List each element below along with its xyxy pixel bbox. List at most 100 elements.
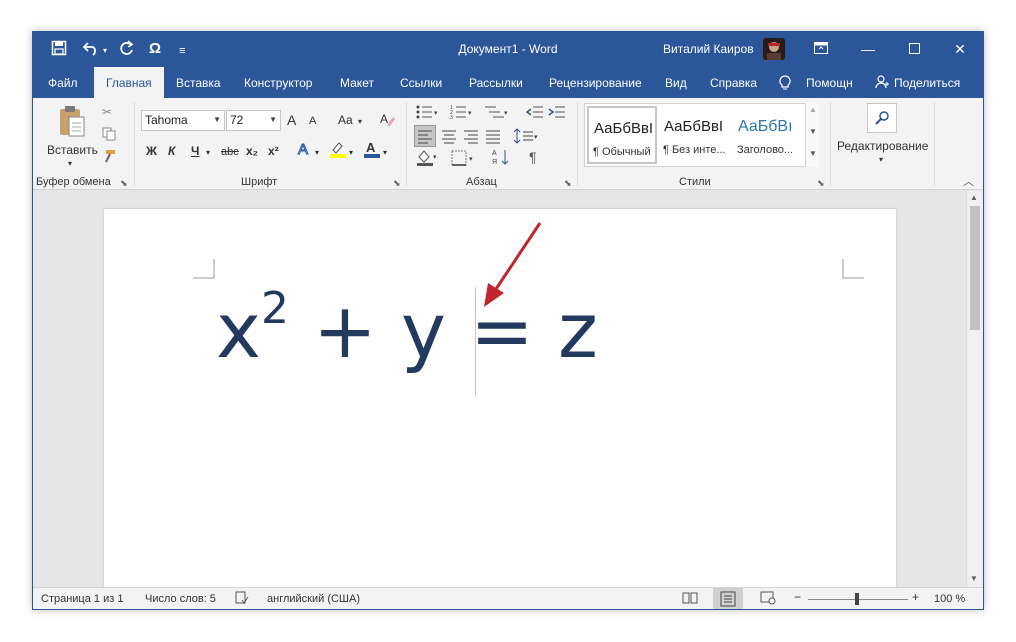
- show-formatting-button[interactable]: ¶: [529, 149, 537, 165]
- style-no-spacing[interactable]: АаБбВвІ ¶ Без инте...: [659, 106, 732, 162]
- vertical-scrollbar[interactable]: ▲ ▼: [966, 191, 983, 587]
- web-layout-icon[interactable]: [760, 591, 776, 608]
- print-layout-icon[interactable]: [713, 588, 743, 609]
- maximize-icon[interactable]: [901, 38, 927, 60]
- paste-icon[interactable]: [57, 104, 87, 142]
- tell-me-search[interactable]: Помощн: [806, 67, 853, 98]
- zoom-in-button[interactable]: +: [912, 590, 919, 604]
- tab-review[interactable]: Рецензирование: [549, 67, 642, 98]
- tab-references[interactable]: Ссылки: [400, 67, 442, 98]
- read-mode-icon[interactable]: [682, 591, 698, 608]
- tab-mailings[interactable]: Рассылки: [469, 67, 523, 98]
- language[interactable]: английский (США): [267, 593, 360, 605]
- minimize-icon[interactable]: —: [855, 38, 881, 60]
- undo-dropdown-icon[interactable]: ▾: [103, 42, 107, 60]
- copy-icon[interactable]: [102, 127, 116, 145]
- clipboard-launcher-icon[interactable]: ⬊: [120, 178, 128, 189]
- editing-dropdown-icon[interactable]: ▾: [879, 152, 883, 168]
- italic-button[interactable]: К: [168, 143, 175, 159]
- share-person-icon[interactable]: [875, 67, 889, 98]
- tab-view[interactable]: Вид: [665, 67, 687, 98]
- multilevel-list-icon[interactable]: ▾: [484, 104, 510, 124]
- strikethrough-button[interactable]: abc: [221, 144, 239, 160]
- font-size-box[interactable]: 72 ▼: [226, 110, 281, 131]
- style-heading[interactable]: АаБбВı Заголово...: [733, 106, 803, 162]
- bold-button[interactable]: Ж: [146, 143, 157, 159]
- paste-button[interactable]: Вставить: [47, 142, 98, 158]
- word-count[interactable]: Число слов: 5: [145, 593, 216, 605]
- align-left-icon[interactable]: [414, 125, 436, 147]
- scrollbar-thumb[interactable]: [970, 206, 980, 330]
- scroll-down-icon[interactable]: ▼: [970, 574, 978, 583]
- font-launcher-icon[interactable]: ⬊: [393, 178, 401, 189]
- shrink-font-button[interactable]: A: [309, 113, 316, 129]
- gallery-more-icon[interactable]: ▼: [809, 149, 817, 158]
- undo-icon[interactable]: [82, 40, 101, 61]
- sort-icon[interactable]: AЯ: [492, 148, 512, 170]
- highlight-icon[interactable]: [329, 140, 347, 162]
- tab-insert[interactable]: Вставка: [176, 67, 221, 98]
- justify-icon[interactable]: [483, 126, 503, 150]
- increase-indent-icon[interactable]: [548, 104, 566, 124]
- highlight-dropdown-icon[interactable]: ▾: [349, 145, 353, 161]
- font-name-box[interactable]: Tahoma ▼: [141, 110, 225, 131]
- page-count[interactable]: Страница 1 из 1: [41, 593, 123, 605]
- font-size-dropdown-icon[interactable]: ▼: [269, 111, 277, 129]
- style-sample: АаБбВвІ: [594, 120, 654, 137]
- shading-icon[interactable]: ▾: [416, 148, 440, 170]
- underline-button[interactable]: Ч: [191, 143, 199, 159]
- align-center-icon[interactable]: [439, 126, 459, 150]
- font-color-dropdown-icon[interactable]: ▾: [383, 145, 387, 161]
- borders-icon[interactable]: ▾: [451, 150, 477, 170]
- ribbon-display-options-icon[interactable]: [808, 38, 834, 60]
- user-name[interactable]: Виталий Каиров: [663, 42, 754, 56]
- font-name-dropdown-icon[interactable]: ▼: [213, 111, 221, 129]
- tab-layout[interactable]: Макет: [340, 67, 374, 98]
- omega-icon[interactable]: Ω: [149, 40, 161, 58]
- styles-launcher-icon[interactable]: ⬊: [817, 178, 825, 189]
- tab-home[interactable]: Главная: [94, 67, 164, 98]
- tab-help[interactable]: Справка: [710, 67, 757, 98]
- find-button[interactable]: [867, 103, 897, 133]
- change-case-dropdown-icon[interactable]: ▾: [358, 114, 362, 130]
- redo-icon[interactable]: [119, 40, 135, 61]
- decrease-indent-icon[interactable]: [525, 104, 544, 124]
- line-spacing-icon[interactable]: ▾: [513, 126, 539, 150]
- cut-icon[interactable]: ✂: [102, 104, 112, 120]
- gallery-down-icon[interactable]: ▼: [809, 127, 817, 136]
- paragraph-launcher-icon[interactable]: ⬊: [564, 178, 572, 189]
- tab-design[interactable]: Конструктор: [244, 67, 312, 98]
- share-button[interactable]: Поделиться: [894, 67, 960, 98]
- document-page[interactable]: x2 + y = z: [104, 209, 896, 609]
- lightbulb-icon[interactable]: [779, 67, 791, 98]
- text-effects-dropdown-icon[interactable]: ▾: [315, 145, 319, 161]
- zoom-level[interactable]: 100 %: [934, 593, 965, 605]
- collapse-ribbon-icon[interactable]: ︿: [963, 174, 974, 190]
- grow-font-button[interactable]: A: [287, 112, 296, 128]
- avatar[interactable]: [763, 38, 785, 60]
- numbering-icon[interactable]: 1 2 3 ▾: [450, 104, 474, 124]
- gallery-up-icon[interactable]: ▲: [809, 105, 817, 114]
- svg-text:▾: ▾: [434, 110, 438, 117]
- superscript-button[interactable]: x²: [268, 143, 279, 159]
- scroll-up-icon[interactable]: ▲: [970, 193, 978, 202]
- clear-formatting-icon[interactable]: A: [379, 111, 395, 131]
- format-painter-icon[interactable]: [102, 149, 116, 167]
- proofing-icon[interactable]: [235, 591, 249, 608]
- customize-quick-access-icon[interactable]: ≡: [179, 42, 185, 60]
- bullets-icon[interactable]: ▾: [416, 104, 440, 124]
- subscript-button[interactable]: x₂: [246, 143, 258, 159]
- tab-file[interactable]: Файл: [48, 67, 78, 98]
- font-color-icon[interactable]: A: [364, 140, 380, 162]
- close-icon[interactable]: ✕: [947, 38, 973, 60]
- zoom-slider-thumb[interactable]: [855, 593, 859, 605]
- style-normal[interactable]: АаБбВвІ ¶ Обычный: [587, 106, 657, 164]
- save-icon[interactable]: [51, 40, 67, 61]
- align-right-icon[interactable]: [461, 126, 481, 150]
- underline-dropdown-icon[interactable]: ▾: [206, 145, 210, 161]
- paste-dropdown-icon[interactable]: ▾: [68, 156, 72, 172]
- zoom-out-button[interactable]: −: [794, 590, 801, 604]
- font-name-value: Tahoma: [145, 113, 188, 127]
- change-case-button[interactable]: Aa: [338, 112, 353, 128]
- text-effects-icon[interactable]: A: [297, 140, 313, 162]
